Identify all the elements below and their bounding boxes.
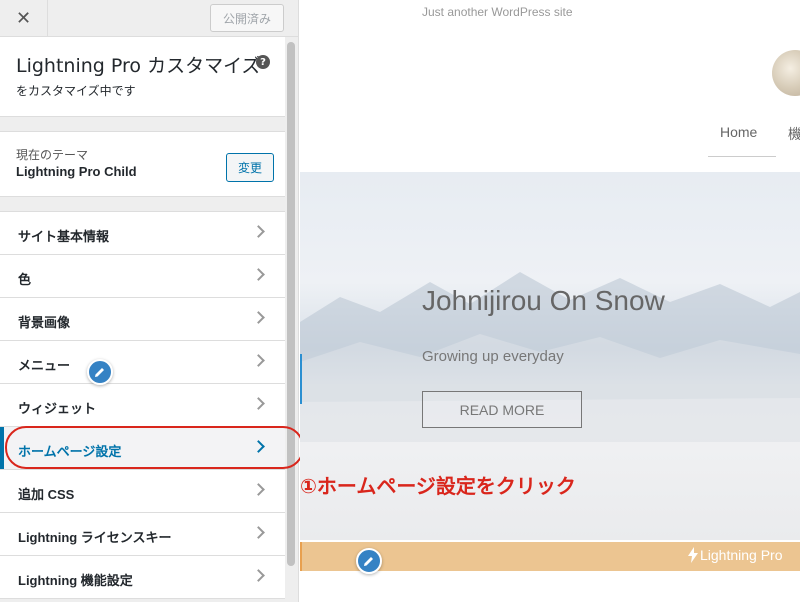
section-item[interactable]: ウィジェット <box>0 384 285 427</box>
hero-subtitle: Growing up everyday <box>422 348 564 365</box>
nav-item-home[interactable]: Home <box>720 124 757 140</box>
customizer-info: Lightning Pro カスタマイズ ? をカスタマイズ中です <box>0 37 285 117</box>
customizer-topbar: ✕ 公開済み <box>0 0 298 37</box>
chevron-right-icon <box>252 268 265 281</box>
read-more-button[interactable]: READ MORE <box>422 391 582 428</box>
chevron-right-icon <box>252 397 265 410</box>
section-item[interactable]: サイト基本情報 <box>0 212 285 255</box>
section-item-label: ウィジェット <box>18 401 97 416</box>
sidebar-scrollbar[interactable] <box>287 42 295 566</box>
chevron-right-icon <box>252 311 265 324</box>
customizer-subtitle: をカスタマイズ中です <box>16 84 136 98</box>
close-customizer-button[interactable]: ✕ <box>0 0 48 36</box>
section-item[interactable]: 色 <box>0 255 285 298</box>
section-item-label: ホームページ設定 <box>18 444 122 459</box>
site-preview: Just another WordPress site Home 機 Johni… <box>300 0 800 602</box>
lightning-bolt-icon <box>688 547 698 563</box>
site-header: Just another WordPress site Home 機 <box>300 0 800 172</box>
help-icon[interactable]: ? <box>256 55 270 69</box>
section-item[interactable]: 背景画像 <box>0 298 285 341</box>
instruction-annotation: ①ホームページ設定をクリック <box>300 474 576 498</box>
close-icon: ✕ <box>15 7 32 29</box>
hero-edge-marker <box>300 354 302 404</box>
publish-button[interactable]: 公開済み <box>210 4 284 32</box>
section-item-label: Lightning 機能設定 <box>18 573 133 588</box>
chevron-right-icon <box>252 569 265 582</box>
section-item[interactable]: Lightning 機能設定 <box>0 556 285 599</box>
site-logo-icon[interactable] <box>772 50 800 96</box>
site-tagline: Just another WordPress site <box>422 5 573 19</box>
section-item-label: 背景画像 <box>18 315 71 330</box>
customizer-title-theme: Lightning Pro <box>16 55 142 77</box>
section-item[interactable]: 追加 CSS <box>0 470 285 513</box>
chevron-right-icon <box>252 225 265 238</box>
chevron-right-icon <box>252 440 265 453</box>
hero-title: Johnijirou On Snow <box>422 285 665 316</box>
customizer-title: Lightning Pro カスタマイズ <box>16 51 261 78</box>
nav-active-underline <box>708 156 776 157</box>
section-item-label: メニュー <box>18 358 71 373</box>
customizer-sidebar: ✕ 公開済み Lightning Pro カスタマイズ ? をカスタマイズ中です… <box>0 0 299 602</box>
nav-item-next[interactable]: 機 <box>788 124 800 144</box>
customizer-title-suffix: カスタマイズ <box>147 55 261 77</box>
section-item[interactable]: ホームページ設定 <box>0 427 285 470</box>
current-theme-label: 現在のテーマ <box>16 148 89 162</box>
customizer-section-list: サイト基本情報色背景画像メニューウィジェットホームページ設定 追加 CSS Ligh… <box>0 211 285 599</box>
section-item[interactable]: メニュー <box>0 341 285 384</box>
section-item-label: 追加 CSS <box>18 487 75 502</box>
section-item-label: 色 <box>18 272 32 287</box>
current-theme-name: Lightning Pro Child <box>16 164 137 179</box>
section-item[interactable]: Lightning ライセンスキー <box>0 513 285 556</box>
change-theme-button[interactable]: 変更 <box>226 153 274 182</box>
current-theme-panel: 現在のテーマ Lightning Pro Child 変更 <box>0 131 285 197</box>
section-item-label: サイト基本情報 <box>18 229 110 244</box>
pencil-icon <box>95 368 104 377</box>
chevron-right-icon <box>252 354 265 367</box>
pencil-icon <box>364 557 373 566</box>
chevron-right-icon <box>252 483 265 496</box>
section-item-label: Lightning ライセンスキー <box>18 530 172 545</box>
promo-text: Lightning Pro <box>700 547 783 563</box>
edit-shortcut-pencil-icon[interactable] <box>87 359 113 385</box>
edit-shortcut-pencil-icon[interactable] <box>356 548 382 574</box>
chevron-right-icon <box>252 526 265 539</box>
promo-label: Lightning Pro <box>700 547 783 563</box>
